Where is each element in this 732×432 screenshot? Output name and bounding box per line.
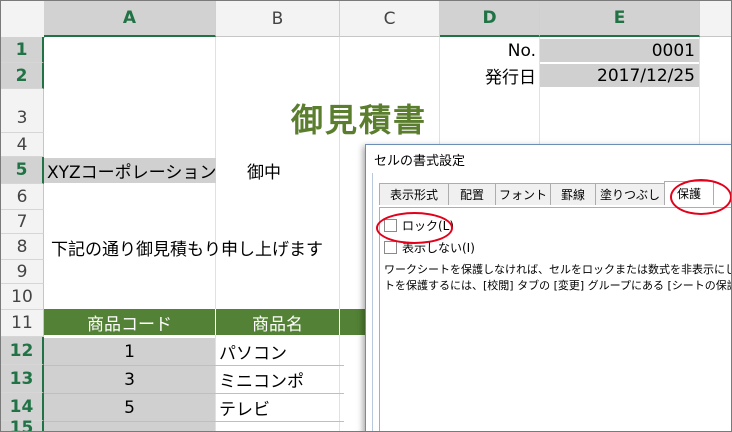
- cell-date-label[interactable]: 発行日: [440, 63, 540, 88]
- table-row-name[interactable]: ミニコンポ: [216, 366, 339, 393]
- table-row-name[interactable]: パソコン: [216, 338, 339, 365]
- gridline: [44, 393, 344, 394]
- highlight-ellipse-protection-tab: [670, 179, 731, 215]
- highlight-ellipse-lock-checkbox: [376, 212, 453, 244]
- table-row-code[interactable]: 5: [44, 394, 215, 421]
- column-header-b[interactable]: B: [216, 1, 340, 37]
- row-header-10[interactable]: 10: [1, 284, 44, 310]
- column-header-a[interactable]: A: [44, 1, 216, 37]
- row-header-7[interactable]: 7: [1, 210, 44, 234]
- dialog-tabs: 表示形式 配置 フォント 罫線 塗りつぶし 保護: [379, 181, 714, 207]
- row-header-13[interactable]: 13: [1, 365, 44, 393]
- table-row-code[interactable]: [44, 422, 215, 431]
- table-header-code[interactable]: 商品コード: [44, 309, 216, 335]
- tab-alignment[interactable]: 配置: [448, 183, 496, 205]
- tab-number-format[interactable]: 表示形式: [379, 183, 449, 205]
- select-all-corner[interactable]: [1, 1, 45, 38]
- column-header-f[interactable]: [700, 1, 731, 37]
- cell-date-value[interactable]: 2017/12/25: [540, 64, 699, 87]
- protection-description-line2: トを保護するには、[校閲] タブの [変更] グループにある [シートの保護]: [384, 279, 732, 292]
- dialog-title[interactable]: セルの書式設定: [366, 145, 731, 173]
- cell-message[interactable]: 下記の通り御見積もり申し上げます: [51, 235, 323, 260]
- tab-border[interactable]: 罫線: [550, 183, 596, 205]
- column-header-d[interactable]: D: [440, 1, 540, 37]
- protection-description-line1: ワークシートを保護しなければ、セルをロックまたは数式を非表示にした効: [384, 263, 732, 276]
- gridline: [44, 365, 344, 366]
- gridline: [44, 421, 344, 422]
- row-header-12[interactable]: 12: [1, 337, 44, 365]
- row-header-9[interactable]: 9: [1, 260, 44, 284]
- row-header-15[interactable]: 15: [1, 418, 44, 431]
- table-row-code[interactable]: 3: [44, 366, 215, 393]
- hide-checkbox[interactable]: [384, 241, 397, 254]
- row-header-2[interactable]: 2: [1, 63, 44, 89]
- table-row-name[interactable]: テレビ: [216, 394, 339, 421]
- cell-no-value[interactable]: 0001: [540, 39, 699, 62]
- table-header-name[interactable]: 商品名: [216, 309, 340, 335]
- column-header-c[interactable]: C: [340, 1, 440, 37]
- row-header-8[interactable]: 8: [1, 234, 44, 260]
- row-header-3[interactable]: 3: [1, 89, 44, 133]
- row-header-6[interactable]: 6: [1, 184, 44, 210]
- tab-fill[interactable]: 塗りつぶし: [595, 183, 665, 205]
- cell-customer[interactable]: XYZコーポレーション: [44, 158, 216, 183]
- cell-no-label[interactable]: No.: [440, 39, 540, 63]
- row-header-4[interactable]: 4: [1, 133, 44, 157]
- table-row-code[interactable]: 1: [44, 338, 215, 365]
- cell-honorific[interactable]: 御中: [247, 158, 281, 183]
- row-header-11[interactable]: 11: [1, 310, 44, 337]
- excel-window: A B C D E 1 2 3 4 5 6 7 8 9 10 11 12 13 …: [0, 0, 732, 432]
- row-header-1[interactable]: 1: [1, 37, 44, 63]
- estimate-title: 御見積書: [291, 101, 428, 139]
- column-header-e[interactable]: E: [540, 1, 700, 37]
- row-header-5[interactable]: 5: [1, 157, 44, 184]
- tab-font[interactable]: フォント: [495, 183, 551, 205]
